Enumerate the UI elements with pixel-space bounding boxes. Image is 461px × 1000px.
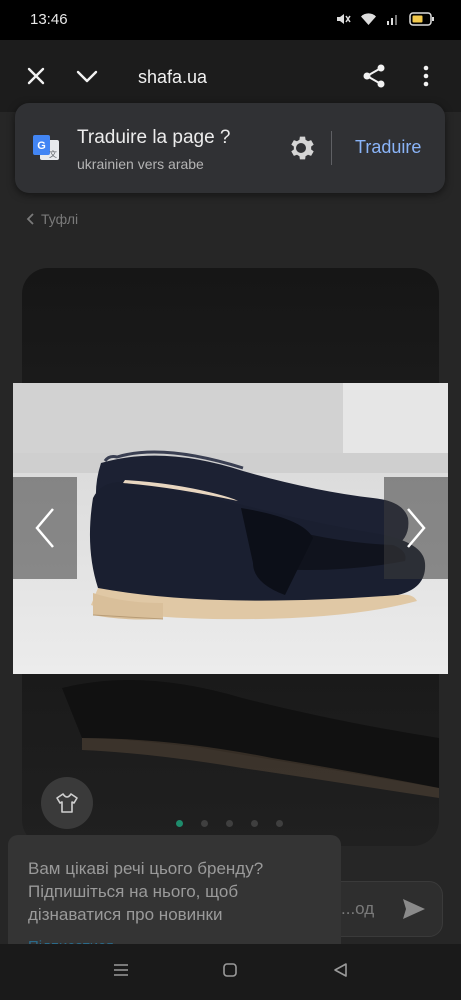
gallery-pagination bbox=[176, 820, 283, 827]
status-bar: 13:46 bbox=[0, 0, 461, 40]
google-translate-icon: G 文 bbox=[33, 135, 59, 160]
chevron-left-icon bbox=[26, 213, 34, 225]
home-icon[interactable] bbox=[222, 962, 238, 978]
pagination-dot[interactable] bbox=[226, 820, 233, 827]
pagination-dot[interactable] bbox=[276, 820, 283, 827]
breadcrumb[interactable]: Туфлі bbox=[26, 211, 78, 227]
more-options-button[interactable] bbox=[404, 54, 448, 98]
gallery-next-button[interactable] bbox=[384, 477, 448, 579]
pagination-dot[interactable] bbox=[176, 820, 183, 827]
browser-toolbar: shafa.ua bbox=[0, 40, 461, 112]
translate-languages: ukrainien vers arabe bbox=[77, 156, 204, 172]
pagination-dot[interactable] bbox=[201, 820, 208, 827]
share-button[interactable] bbox=[352, 54, 396, 98]
recent-apps-icon[interactable] bbox=[112, 962, 130, 978]
pagination-dot[interactable] bbox=[251, 820, 258, 827]
status-time: 13:46 bbox=[30, 11, 68, 28]
gear-icon[interactable] bbox=[287, 134, 315, 162]
message-placeholder: ...од bbox=[341, 899, 375, 918]
collapse-button[interactable] bbox=[65, 54, 109, 98]
system-nav-bar bbox=[0, 944, 461, 1000]
battery-icon bbox=[409, 12, 434, 26]
subscribe-popup: Вам цікаві речі цього бренду? Підпишітьс… bbox=[8, 835, 341, 955]
status-icons bbox=[335, 12, 435, 26]
back-icon[interactable] bbox=[332, 962, 348, 978]
svg-text:文: 文 bbox=[49, 149, 57, 159]
translate-bar: G 文 Traduire la page ? ukrainien vers ar… bbox=[15, 103, 445, 193]
wifi-icon bbox=[361, 13, 376, 25]
signal-icon bbox=[387, 15, 397, 25]
breadcrumb-label: Туфлі bbox=[41, 211, 79, 227]
svg-text:G: G bbox=[37, 140, 46, 152]
close-icon bbox=[27, 67, 45, 85]
mute-icon bbox=[337, 14, 351, 24]
tshirt-icon bbox=[56, 793, 78, 813]
translate-title: Traduire la page ? bbox=[77, 127, 231, 148]
send-icon[interactable] bbox=[402, 898, 426, 920]
share-icon bbox=[363, 64, 385, 88]
loafer-shoes-image bbox=[13, 383, 448, 674]
chevron-down-icon bbox=[76, 70, 98, 83]
size-guide-button[interactable] bbox=[41, 777, 93, 829]
chevron-right-icon bbox=[407, 508, 426, 548]
product-photo[interactable] bbox=[13, 383, 448, 674]
translate-button[interactable]: Traduire bbox=[355, 137, 421, 158]
close-button[interactable] bbox=[14, 54, 58, 98]
divider bbox=[331, 131, 332, 165]
chevron-left-icon bbox=[35, 508, 54, 548]
more-vert-icon bbox=[423, 65, 429, 87]
gallery-prev-button[interactable] bbox=[13, 477, 77, 579]
page-url[interactable]: shafa.ua bbox=[138, 67, 207, 88]
popup-text: Вам цікаві речі цього бренду? Підпишітьс… bbox=[28, 859, 264, 924]
